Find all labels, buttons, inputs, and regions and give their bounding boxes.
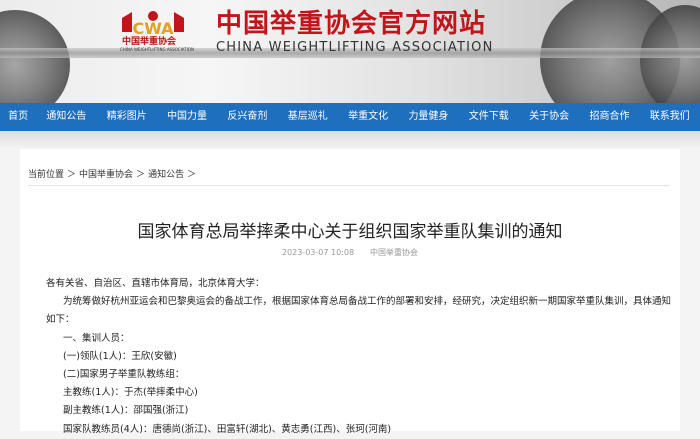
- logo-cn-text: 中国举重协会: [122, 37, 177, 47]
- nav-item-home[interactable]: 首页: [0, 103, 36, 131]
- article-date: 2023-03-07 10:08: [281, 248, 355, 257]
- logo-en-text: CHINA WEIGHTLIFTING ASSOCIATION: [120, 47, 194, 52]
- nav-item-downloads[interactable]: 文件下载: [459, 103, 519, 131]
- main-nav: 首页 通知公告 精彩图片 中国力量 反兴奋剂 基层巡礼 举重文化 力量健身 文件…: [0, 103, 700, 131]
- nav-item-fitness[interactable]: 力量健身: [398, 103, 458, 131]
- article-meta: 2023-03-07 10:08 中国举重协会: [20, 247, 680, 258]
- breadcrumb: 当前位置＞中国举重协会＞通知公告＞: [28, 167, 199, 180]
- nav-item-culture[interactable]: 举重文化: [338, 103, 398, 131]
- site-title-cn[interactable]: 中国举重协会官方网站: [216, 3, 486, 40]
- nav-item-china-power[interactable]: 中国力量: [157, 103, 217, 131]
- body-paragraph: 主教练(1人)：于杰(举摔柔中心): [63, 387, 198, 399]
- nav-item-anti-doping[interactable]: 反兴奋剂: [217, 103, 277, 131]
- body-paragraph: 各有关省、自治区、直辖市体育局，北京体育大学：: [46, 278, 265, 289]
- body-paragraph: 副主教练(1人)：邵国强(浙江): [63, 405, 189, 417]
- body-paragraph: 如下：: [46, 314, 75, 326]
- nav-item-notices[interactable]: 通知公告: [36, 103, 96, 131]
- breadcrumb-link-home[interactable]: 中国举重协会: [79, 170, 133, 180]
- nav-item-photos[interactable]: 精彩图片: [97, 103, 157, 131]
- article-title: 国家体育总局举摔柔中心关于组织国家举重队集训的通知: [137, 222, 563, 242]
- body-paragraph: (一)领队(1人)：王欣(安徽): [63, 350, 177, 362]
- breadcrumb-separator: ＞: [136, 170, 146, 180]
- breadcrumb-divider: [28, 185, 670, 186]
- body-paragraph: 一、集训人员：: [63, 332, 130, 344]
- nav-item-contact[interactable]: 联系我们: [640, 103, 700, 131]
- article-source: 中国举重协会: [370, 248, 419, 257]
- breadcrumb-current-label: 当前位置: [28, 170, 65, 180]
- site-title-en: CHINA WEIGHTLIFTING ASSOCIATION: [216, 40, 494, 55]
- body-paragraph: (二)国家男子举重队教练组：: [63, 369, 185, 381]
- nav-item-grassroots[interactable]: 基层巡礼: [278, 103, 338, 131]
- body-paragraph: 为统筹做好杭州亚运会和巴黎奥运会的备战工作，根据国家体育总局备战工作的部署和安排…: [63, 296, 672, 308]
- header-banner: CWA 中国举重协会 CHINA WEIGHTLIFTING ASSOCIATI…: [0, 0, 700, 103]
- nav-shadow: [0, 131, 700, 149]
- nav-item-about[interactable]: 关于协会: [519, 103, 579, 131]
- breadcrumb-separator: ＞: [187, 170, 197, 180]
- article-body: 各有关省、自治区、直辖市体育局，北京体育大学： 为统筹做好杭州亚运会和巴黎奥运会…: [46, 275, 671, 439]
- breadcrumb-link-notices[interactable]: 通知公告: [148, 170, 184, 180]
- breadcrumb-separator: ＞: [67, 170, 77, 180]
- nav-item-partnership[interactable]: 招商合作: [579, 103, 639, 131]
- article-panel: 当前位置＞中国举重协会＞通知公告＞ 国家体育总局举摔柔中心关于组织国家举重队集训…: [20, 149, 680, 435]
- body-paragraph: 国家队教练员(4人)：唐德尚(浙江)、田富轩(湖北)、黄志勇(江西)、张珂(河南…: [63, 423, 392, 435]
